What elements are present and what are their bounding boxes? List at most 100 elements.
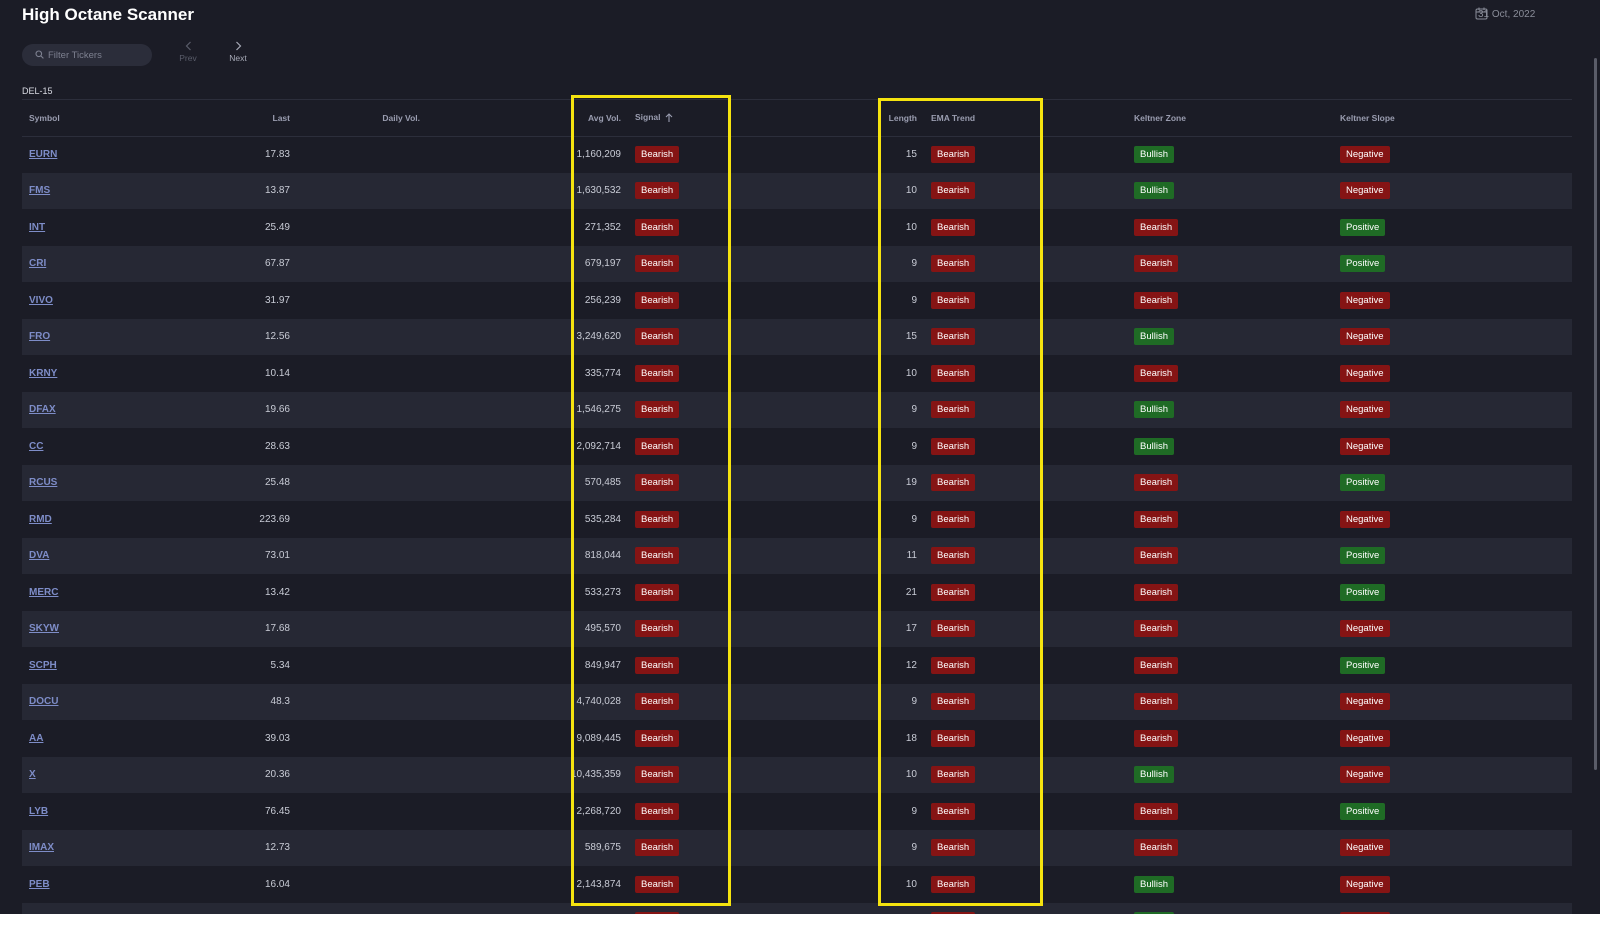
table-row[interactable]: CC 28.63 2,092,714 Bearish 9 Bearish Bullish Ne…: [22, 428, 1572, 465]
col-header-daily-vol[interactable]: Daily Vol.: [297, 100, 427, 137]
col-header-avg-vol[interactable]: Avg Vol.: [427, 100, 628, 137]
signal-badge: Bearish: [635, 474, 680, 492]
table-row[interactable]: EURN 17.83 1,160,209 Bearish 15 Bearish Bullis…: [22, 136, 1572, 173]
table-row[interactable]: AA 39.03 9,089,445 Bearish 18 Bearish Bearish N…: [22, 720, 1572, 757]
cell-length: 10: [905, 878, 917, 890]
next-button[interactable]: Next: [223, 41, 253, 67]
table-row[interactable]: CRI 67.87 679,197 Bearish 9 Bearish Bearish Pos…: [22, 245, 1572, 282]
symbol-link[interactable]: X: [29, 769, 36, 780]
table-row[interactable]: RMD 223.69 535,284 Bearish 9 Bearish Bearish Ne…: [22, 501, 1572, 538]
scanner-table: Symbol Last Daily Vol. Avg Vol. Signal L…: [22, 99, 1572, 934]
cell-last: 25.48: [142, 464, 297, 501]
symbol-link[interactable]: FMS: [29, 185, 50, 196]
cell-last: 31.97: [264, 294, 290, 306]
next-label: Next: [229, 53, 247, 63]
symbol-link[interactable]: PEB: [29, 879, 50, 890]
date-label[interactable]: 31 Oct, 2022: [1478, 9, 1535, 20]
table-row[interactable]: RCUS 25.48 570,485 Bearish 19 Bearish Bearish P…: [22, 464, 1572, 501]
table-row[interactable]: SCPH 5.34 849,947 Bearish 12 Bearish Bearish Po…: [22, 647, 1572, 684]
cell-signal: Bearish: [628, 866, 858, 903]
col-header-keltner-slope[interactable]: Keltner Slope: [1333, 100, 1572, 137]
cell-last: 67.87: [142, 245, 297, 282]
symbol-link[interactable]: SKYW: [29, 623, 59, 634]
keltner-slope-badge: Positive: [1340, 583, 1386, 601]
ema-trend-badge: Bearish: [931, 620, 976, 638]
cell-signal: Bearish: [628, 391, 858, 428]
symbol-link[interactable]: RCUS: [29, 477, 57, 488]
symbol-link[interactable]: AA: [29, 733, 43, 744]
search-box[interactable]: [22, 44, 152, 66]
table-row[interactable]: VIVO 31.97 256,239 Bearish 9 Bearish Bearish Ne…: [22, 282, 1572, 319]
symbol-link[interactable]: RMD: [29, 514, 52, 525]
cell-daily-vol: [297, 866, 427, 903]
col-header-signal[interactable]: Signal: [628, 100, 858, 137]
table-row[interactable]: LYB 76.45 2,268,720 Bearish 9 Bearish Bearish P…: [22, 793, 1572, 830]
keltner-slope-badge: Negative: [1340, 401, 1390, 419]
cell-avg-vol: 256,239: [584, 294, 621, 306]
keltner-zone-badge: Bearish: [1134, 839, 1179, 857]
cell-last: 20.36: [142, 756, 297, 793]
search-input[interactable]: [48, 44, 148, 66]
symbol-link[interactable]: INT: [29, 222, 45, 233]
keltner-slope-badge: Negative: [1340, 510, 1390, 528]
scrollbar[interactable]: [1594, 58, 1597, 770]
signal-badge: Bearish: [635, 583, 680, 601]
col-header-keltner-zone[interactable]: Keltner Zone: [1127, 100, 1333, 137]
table-row[interactable]: FRO 12.56 3,249,620 Bearish 15 Bearish Bullish…: [22, 318, 1572, 355]
cell-ema-trend: Bearish: [924, 647, 1127, 684]
cell-last: 19.66: [142, 391, 297, 428]
table-row[interactable]: SKYW 17.68 495,570 Bearish 17 Bearish Bearish N…: [22, 610, 1572, 647]
cell-last: 12.73: [142, 829, 297, 866]
table-row[interactable]: FMS 13.87 1,630,532 Bearish 10 Bearish Bullish…: [22, 172, 1572, 209]
symbol-link[interactable]: KRNY: [29, 368, 57, 379]
col-header-last[interactable]: Last: [142, 100, 297, 137]
table-row[interactable]: DFAX 19.66 1,546,275 Bearish 9 Bearish Bullish…: [22, 391, 1572, 428]
keltner-slope-badge: Positive: [1340, 547, 1386, 565]
keltner-slope-badge: Positive: [1340, 255, 1386, 273]
cell-ema-trend: Bearish: [924, 172, 1127, 209]
keltner-slope-badge: Negative: [1340, 620, 1390, 638]
table-row[interactable]: DVA 73.01 818,044 Bearish 11 Bearish Bearish Po…: [22, 537, 1572, 574]
cell-ema-trend: Bearish: [924, 866, 1127, 903]
symbol-link[interactable]: SCPH: [29, 660, 57, 671]
cell-ema-trend: Bearish: [924, 464, 1127, 501]
symbol-link[interactable]: DVA: [29, 550, 49, 561]
cell-keltner-slope: Negative: [1333, 829, 1572, 866]
cell-symbol: EURN: [22, 136, 142, 173]
table-row[interactable]: INT 25.49 271,352 Bearish 10 Bearish Bearish Po…: [22, 209, 1572, 246]
cell-daily-vol: [297, 756, 427, 793]
cell-keltner-slope: Positive: [1333, 574, 1572, 611]
prev-button[interactable]: Prev: [173, 41, 203, 67]
table-row[interactable]: PEB 16.04 2,143,874 Bearish 10 Bearish Bullish…: [22, 866, 1572, 903]
cell-symbol: X: [22, 756, 142, 793]
col-header-symbol[interactable]: Symbol: [22, 100, 142, 137]
symbol-link[interactable]: IMAX: [29, 842, 54, 853]
table-row[interactable]: IMAX 12.73 589,675 Bearish 9 Bearish Bearish Ne…: [22, 829, 1572, 866]
symbol-link[interactable]: LYB: [29, 806, 48, 817]
cell-keltner-zone: Bullish: [1127, 136, 1333, 173]
symbol-link[interactable]: CC: [29, 441, 43, 452]
symbol-link[interactable]: FRO: [29, 331, 50, 342]
keltner-slope-badge: Negative: [1340, 291, 1390, 309]
symbol-link[interactable]: CRI: [29, 258, 46, 269]
cell-keltner-zone: Bearish: [1127, 501, 1333, 538]
ema-trend-badge: Bearish: [931, 218, 976, 236]
table-row[interactable]: KRNY 10.14 335,774 Bearish 10 Bearish Bearish N…: [22, 355, 1572, 392]
symbol-link[interactable]: DFAX: [29, 404, 56, 415]
table-row[interactable]: MERC 13.42 533,273 Bearish 21 Bearish Bearish P…: [22, 574, 1572, 611]
ema-trend-badge: Bearish: [931, 182, 976, 200]
table-row[interactable]: X 20.36 10,435,359 Bearish 10 Bearish Bullish N…: [22, 756, 1572, 793]
keltner-slope-badge: Positive: [1340, 802, 1386, 820]
col-header-length[interactable]: Length: [858, 100, 924, 137]
symbol-link[interactable]: EURN: [29, 149, 57, 160]
cell-signal: Bearish: [628, 464, 858, 501]
cell-keltner-slope: Positive: [1333, 793, 1572, 830]
col-header-ema-trend[interactable]: EMA Trend: [924, 100, 1127, 137]
prev-label: Prev: [179, 53, 197, 63]
symbol-link[interactable]: VIVO: [29, 295, 53, 306]
ema-trend-badge: Bearish: [931, 729, 976, 747]
symbol-link[interactable]: MERC: [29, 587, 58, 598]
table-row[interactable]: DOCU 48.3 4,740,028 Bearish 9 Bearish Bearish N…: [22, 683, 1572, 720]
cell-ema-trend: Bearish: [924, 209, 1127, 246]
symbol-link[interactable]: DOCU: [29, 696, 58, 707]
